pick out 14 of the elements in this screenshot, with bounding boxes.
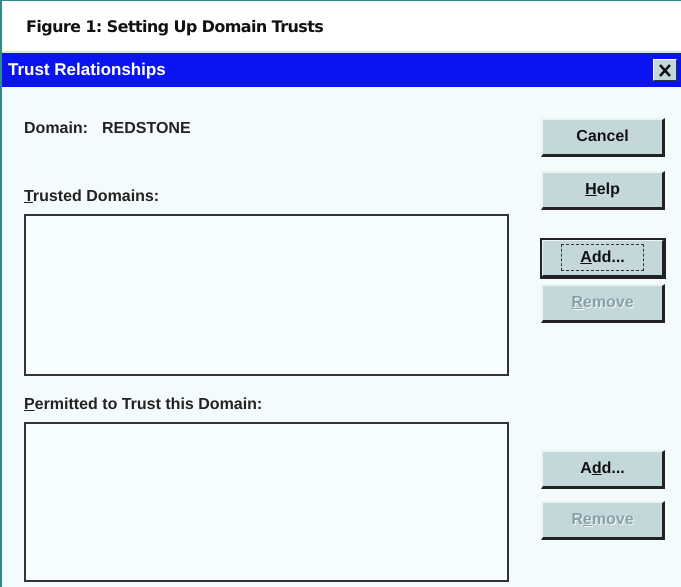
window-title: Trust Relationships [8, 60, 166, 80]
close-icon [658, 64, 672, 76]
dialog-button[interactable]: Add... [541, 450, 665, 489]
list-label: Trusted Domains: [24, 188, 160, 207]
domain-label: Domain: [24, 120, 88, 138]
dialog-button[interactable]: Add... [541, 239, 665, 278]
domain-list[interactable] [24, 214, 509, 376]
domain-list[interactable] [24, 422, 509, 582]
list-label: Permitted to Trust this Domain: [24, 396, 264, 415]
domain-name: REDSTONE [102, 120, 191, 138]
close-button[interactable] [653, 59, 677, 81]
figure-caption: Figure 1: Setting Up Domain Trusts [25, 16, 324, 38]
dialog-button[interactable]: Help [541, 171, 665, 210]
dialog-button[interactable]: Cancel [541, 118, 665, 157]
